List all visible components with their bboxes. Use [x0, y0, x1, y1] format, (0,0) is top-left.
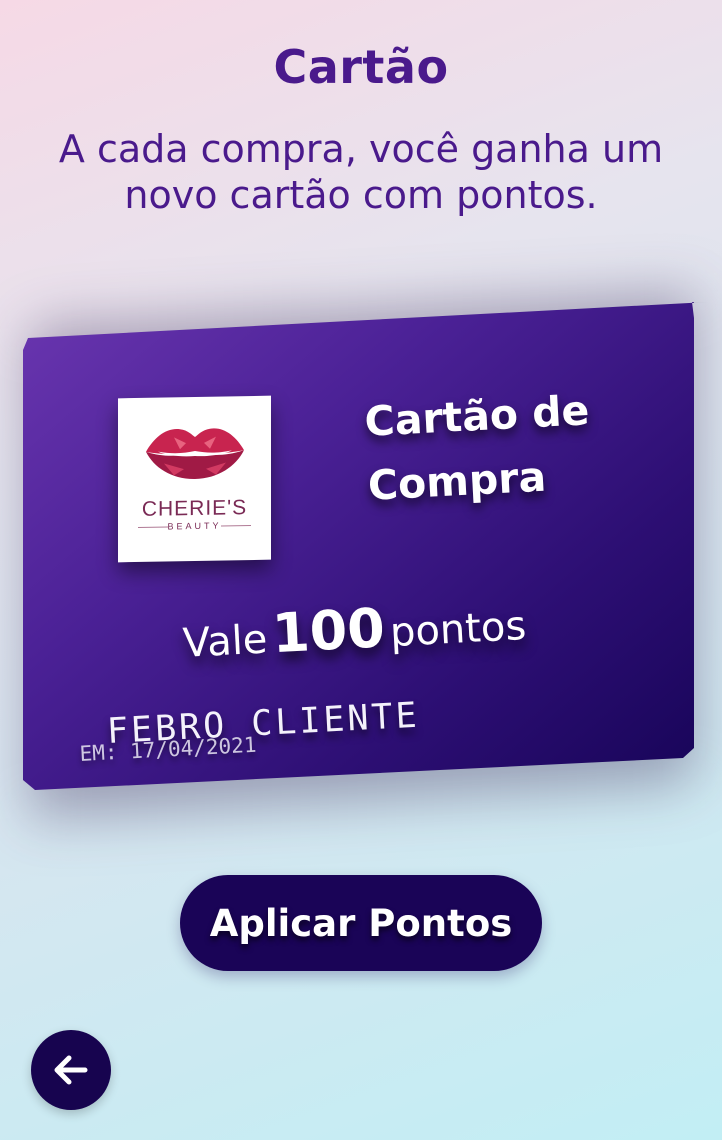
back-button[interactable]	[31, 1030, 111, 1110]
brand-logo: CHERIE'S BEAUTY	[118, 395, 271, 563]
purchase-card[interactable]: CHERIE'S BEAUTY Cartão de Compra Vale 10…	[23, 302, 694, 790]
card-heading: Cartão de Compra	[363, 374, 669, 518]
points-suffix: pontos	[388, 602, 528, 657]
brand-name: CHERIE'S	[141, 496, 248, 521]
page-subtitle: A cada compra, você ganha um novo cartão…	[58, 127, 664, 217]
card-issue-date: EM: 17/04/2021	[79, 732, 258, 766]
points-value: 100	[270, 596, 387, 666]
apply-points-button[interactable]: Aplicar Pontos	[180, 875, 542, 971]
lips-icon	[146, 428, 244, 479]
arrow-left-icon	[54, 1055, 88, 1085]
points-prefix: Vale	[181, 616, 269, 667]
card-points: Vale 100 pontos	[181, 583, 644, 670]
page-title: Cartão	[273, 40, 449, 94]
